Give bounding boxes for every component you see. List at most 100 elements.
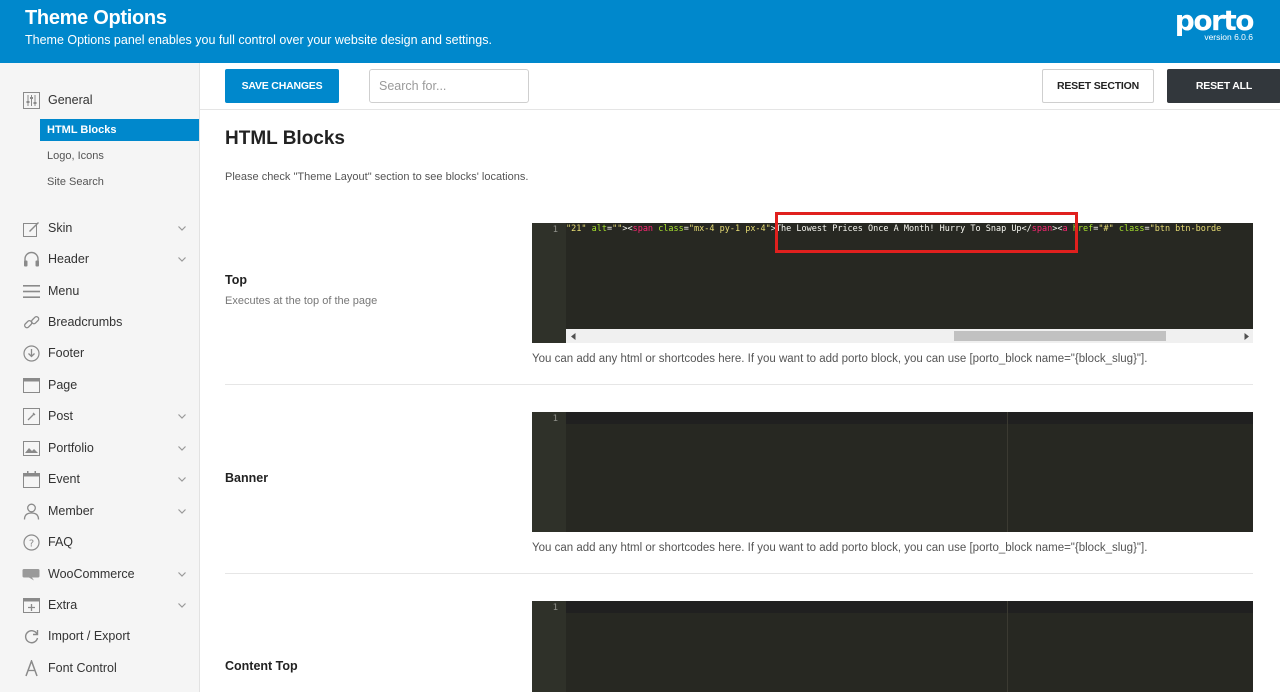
plus-box-icon: [22, 596, 40, 614]
menu-icon: [22, 282, 40, 300]
top-header: Theme Options Theme Options panel enable…: [0, 0, 1280, 63]
sidebar-item-label: WooCommerce: [48, 567, 135, 581]
horizontal-scrollbar[interactable]: [566, 329, 1253, 343]
link-icon: [22, 313, 40, 331]
download-icon: [22, 344, 40, 362]
sliders-icon: [22, 91, 40, 109]
sidebar-item-skin[interactable]: Skin: [0, 214, 199, 242]
sidebar-item-font-control[interactable]: Font Control: [0, 654, 199, 682]
code-token: "21": [566, 224, 592, 234]
sidebar-item-menu[interactable]: Menu: [0, 277, 199, 305]
sidebar-item-label: Header: [48, 252, 89, 266]
field-label-top: Top: [225, 273, 247, 287]
sidebar-item-woocommerce[interactable]: WooCommerce: [0, 560, 199, 588]
post-icon: [22, 407, 40, 425]
editor-gutter: [532, 223, 566, 343]
calendar-icon: [22, 470, 40, 488]
field-label-banner: Banner: [225, 471, 269, 485]
headphones-icon: [22, 250, 40, 268]
help-text-top: You can add any html or shortcodes here.…: [532, 353, 1148, 365]
svg-text:?: ?: [28, 538, 33, 549]
sidebar: General HTML Blocks Logo, Icons Site Sea…: [0, 63, 200, 692]
sidebar-item-member[interactable]: Member: [0, 497, 199, 525]
chevron-down-icon: [177, 443, 187, 453]
sidebar-item-label: Skin: [48, 221, 73, 235]
sidebar-item-label: General: [48, 93, 93, 107]
chevron-down-icon: [177, 254, 187, 264]
code-token: class: [658, 224, 684, 234]
sidebar-item-faq[interactable]: ? FAQ: [0, 528, 199, 556]
brush-icon: [22, 219, 40, 237]
highlight-annotation: [775, 212, 1078, 253]
sidebar-item-footer[interactable]: Footer: [0, 339, 199, 367]
scroll-right-icon[interactable]: [1239, 329, 1253, 343]
sidebar-item-header[interactable]: Header: [0, 245, 199, 273]
reset-all-button[interactable]: RESET ALL: [1167, 69, 1280, 103]
options-toolbar: SAVE CHANGES RESET SECTION RESET ALL: [200, 63, 1280, 110]
page-title: HTML Blocks: [225, 128, 346, 149]
code-editor-content-top[interactable]: 1: [532, 601, 1253, 692]
sidebar-item-breadcrumbs[interactable]: Breadcrumbs: [0, 308, 199, 336]
refresh-icon: [22, 627, 40, 645]
panel-subtitle: Theme Options panel enables you full con…: [25, 33, 492, 47]
sidebar-item-label: Event: [48, 472, 80, 486]
active-line: [566, 412, 1253, 424]
chevron-down-icon: [177, 569, 187, 579]
code-token: class: [1118, 224, 1145, 234]
sidebar-subitem-logo-icons[interactable]: Logo, Icons: [40, 145, 199, 167]
user-icon: [22, 502, 40, 520]
chevron-down-icon: [177, 600, 187, 610]
help-icon: ?: [22, 533, 40, 551]
active-indicator: [191, 125, 199, 141]
sidebar-item-page[interactable]: Page: [0, 371, 199, 399]
scrollbar-thumb[interactable]: [954, 331, 1166, 341]
line-number: 1: [552, 414, 558, 424]
chevron-down-icon: [177, 411, 187, 421]
page-icon: [22, 376, 40, 394]
sidebar-item-label: Portfolio: [48, 441, 94, 455]
sidebar-item-event[interactable]: Event: [0, 465, 199, 493]
chevron-down-icon: [177, 223, 187, 233]
print-margin: [1007, 601, 1008, 692]
search-input[interactable]: [369, 69, 529, 103]
reset-section-button[interactable]: RESET SECTION: [1042, 69, 1154, 103]
sidebar-item-label: Post: [48, 409, 74, 423]
line-number: 1: [552, 603, 558, 613]
scroll-left-icon[interactable]: [566, 329, 580, 343]
sidebar-item-post[interactable]: Post: [0, 402, 199, 430]
divider: [225, 573, 1253, 574]
sidebar-subitem-label: Site Search: [47, 176, 104, 188]
code-token: ><: [622, 224, 633, 234]
sidebar-item-label: Page: [48, 378, 78, 392]
editor-gutter: [532, 412, 566, 532]
sidebar-item-label: Menu: [48, 284, 80, 298]
sidebar-item-import-export[interactable]: Import / Export: [0, 622, 199, 650]
sidebar-item-label: Import / Export: [48, 629, 130, 643]
image-icon: [22, 439, 40, 457]
field-sublabel-top: Executes at the top of the page: [225, 295, 378, 307]
sidebar-item-label: Member: [48, 504, 94, 518]
editor-gutter: [532, 601, 566, 692]
divider: [225, 384, 1253, 385]
sidebar-item-portfolio[interactable]: Portfolio: [0, 434, 199, 462]
sidebar-subitem-site-search[interactable]: Site Search: [40, 171, 199, 193]
help-text-banner: You can add any html or shortcodes here.…: [532, 542, 1148, 554]
logo-text: porto: [1174, 4, 1255, 37]
porto-logo: porto version 6.0.6: [1174, 4, 1255, 43]
save-changes-button[interactable]: SAVE CHANGES: [225, 69, 339, 103]
code-token: "mx-4 py-1 px-4": [688, 224, 771, 234]
chevron-down-icon: [177, 506, 187, 516]
sidebar-item-extra[interactable]: Extra: [0, 591, 199, 619]
sidebar-subitem-label: HTML Blocks: [47, 124, 117, 136]
sidebar-item-label: FAQ: [48, 535, 74, 549]
field-label-content-top: Content Top: [225, 659, 298, 673]
code-token: "": [612, 224, 623, 234]
code-token: span: [632, 224, 654, 234]
print-margin: [1007, 412, 1008, 532]
sidebar-item-label: Breadcrumbs: [48, 315, 123, 329]
sidebar-subitem-html-blocks[interactable]: HTML Blocks: [40, 119, 199, 141]
sidebar-item-label: Extra: [48, 598, 78, 612]
sidebar-item-general[interactable]: General: [0, 86, 199, 114]
code-editor-banner[interactable]: 1: [532, 412, 1253, 532]
code-token: alt: [591, 224, 607, 234]
